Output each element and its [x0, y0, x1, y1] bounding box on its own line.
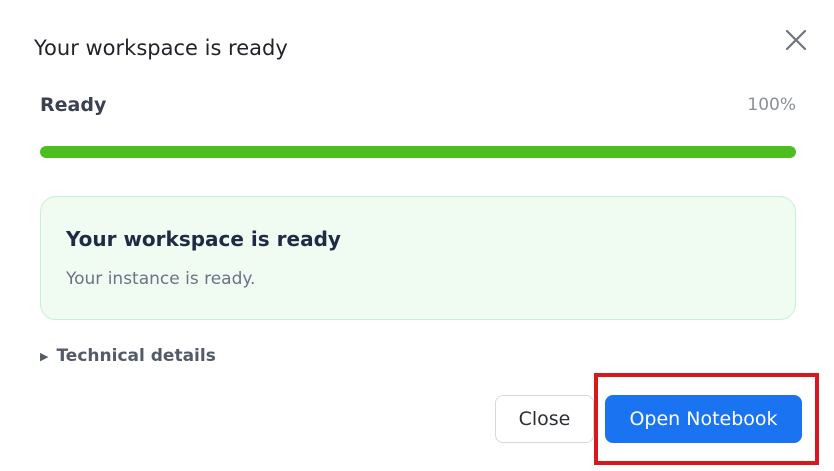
disclosure-triangle-icon: ▶ — [40, 349, 49, 363]
technical-details-toggle[interactable]: ▶ Technical details — [40, 346, 216, 366]
dialog-title: Your workspace is ready — [34, 36, 288, 60]
status-label: Ready — [40, 94, 107, 116]
progress-bar — [40, 146, 796, 158]
success-card-title: Your workspace is ready — [66, 227, 341, 251]
success-card: Your workspace is ready Your instance is… — [40, 196, 796, 320]
workspace-ready-dialog: Your workspace is ready Ready 100% Your … — [0, 0, 834, 471]
open-notebook-button[interactable]: Open Notebook — [605, 395, 802, 443]
status-percent: 100% — [747, 95, 796, 115]
progress-bar-fill — [40, 146, 796, 158]
success-card-message: Your instance is ready. — [66, 269, 256, 289]
close-button[interactable]: Close — [495, 395, 594, 443]
status-row: Ready 100% — [40, 94, 796, 118]
technical-details-label: Technical details — [56, 346, 216, 366]
close-icon[interactable] — [782, 26, 810, 54]
